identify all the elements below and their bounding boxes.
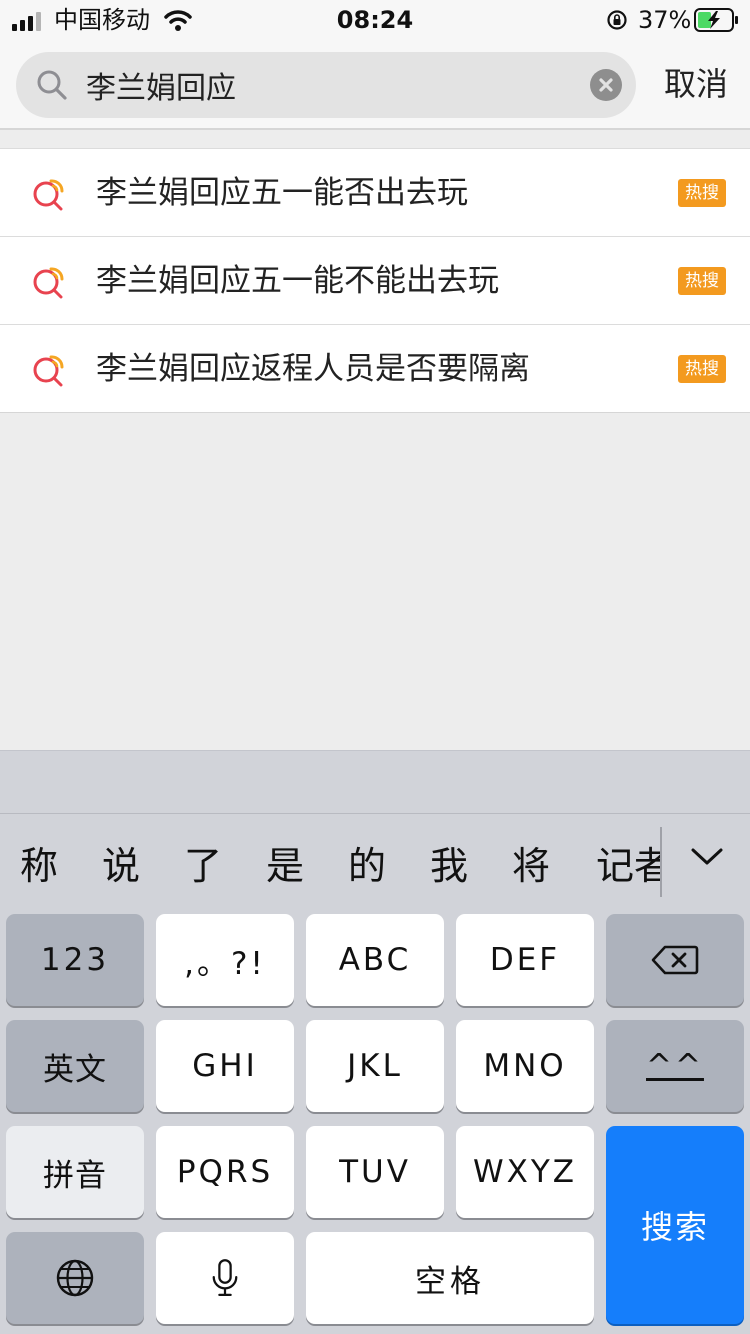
space-key[interactable]: 空格 (306, 1232, 594, 1324)
key-ghi[interactable]: GHI (156, 1020, 294, 1112)
key-emoticon[interactable]: ^^ (606, 1020, 744, 1112)
hot-badge: 热搜 (678, 179, 726, 207)
backspace-icon (651, 945, 699, 975)
candidate-word[interactable]: 将 (512, 841, 550, 891)
key-tuv[interactable]: TUV (306, 1126, 444, 1218)
key-pinyin[interactable]: 拼音 (6, 1126, 144, 1218)
suggestion-item[interactable]: 李兰娟回应五一能不能出去玩 热搜 (0, 237, 750, 325)
hot-search-icon (33, 179, 64, 211)
rotation-lock-icon (607, 10, 627, 30)
candidate-bar-divider (0, 813, 750, 814)
search-icon (37, 70, 67, 100)
search-header: 取消 (0, 40, 750, 130)
key-123[interactable]: 123 (6, 914, 144, 1006)
clear-icon (599, 78, 613, 92)
suggestion-text: 李兰娟回应五一能不能出去玩 (96, 263, 499, 299)
search-key[interactable]: 搜索 (606, 1126, 744, 1324)
candidate-word[interactable]: 称 (20, 841, 58, 891)
search-bar[interactable] (16, 52, 636, 118)
delete-key[interactable] (606, 914, 744, 1006)
microphone-icon (212, 1259, 238, 1296)
cancel-button[interactable]: 取消 (664, 64, 728, 104)
key-punctuation[interactable]: ,。?! (156, 914, 294, 1006)
key-jkl[interactable]: JKL (306, 1020, 444, 1112)
search-input[interactable] (86, 62, 586, 108)
candidate-word[interactable]: 记者 (596, 841, 660, 891)
key-abc[interactable]: ABC (306, 914, 444, 1006)
globe-key[interactable] (6, 1232, 144, 1324)
keyboard: 称 说 了 是 的 我 将 记者 123 ,。?! ABC DEF 英文 GHI… (0, 750, 750, 1334)
chevron-down-icon[interactable] (690, 845, 724, 869)
hot-badge: 热搜 (678, 267, 726, 295)
suggestion-text: 李兰娟回应五一能否出去玩 (96, 175, 468, 211)
hot-badge: 热搜 (678, 355, 726, 383)
candidate-word[interactable]: 的 (348, 841, 386, 891)
key-def[interactable]: DEF (456, 914, 594, 1006)
microphone-key[interactable] (156, 1232, 294, 1324)
status-bar: 中国移动 08:24 37% (0, 0, 750, 40)
suggestion-item[interactable]: 李兰娟回应返程人员是否要隔离 热搜 (0, 325, 750, 413)
globe-icon (56, 1259, 94, 1297)
key-mno[interactable]: MNO (456, 1020, 594, 1112)
candidate-list: 称 说 了 是 的 我 将 记者 (0, 841, 660, 897)
candidate-bar: 称 说 了 是 的 我 将 记者 (0, 750, 750, 904)
candidate-word[interactable]: 说 (102, 841, 140, 891)
key-wxyz[interactable]: WXYZ (456, 1126, 594, 1218)
hot-search-icon (33, 267, 64, 299)
candidate-divider (660, 827, 662, 897)
suggestion-text: 李兰娟回应返程人员是否要隔离 (96, 351, 530, 387)
key-pqrs[interactable]: PQRS (156, 1126, 294, 1218)
key-english[interactable]: 英文 (6, 1020, 144, 1112)
suggestion-list: 李兰娟回应五一能否出去玩 热搜 李兰娟回应五一能不能出去玩 热搜 李兰娟回应返程… (0, 148, 750, 413)
suggestion-item[interactable]: 李兰娟回应五一能否出去玩 热搜 (0, 149, 750, 237)
candidate-word[interactable]: 了 (184, 841, 222, 891)
battery-percent: 37% (638, 6, 692, 34)
battery-charging-icon (694, 8, 738, 32)
candidate-word[interactable]: 我 (430, 841, 468, 891)
candidate-word[interactable]: 是 (266, 841, 304, 891)
hot-search-icon (33, 355, 64, 387)
clear-search-button[interactable] (590, 69, 622, 101)
